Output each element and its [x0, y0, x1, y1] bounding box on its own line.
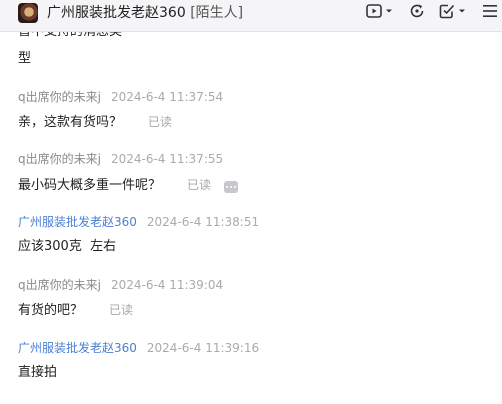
- more-options-icon[interactable]: [224, 181, 238, 193]
- message-meta: 广州服装批发老赵360 2024-6-4 11:38:51: [18, 214, 259, 230]
- task-check-icon: [439, 4, 455, 19]
- message-bubble[interactable]: 亲，这款有货吗？ 已读: [18, 113, 172, 132]
- message-time: 2024-6-4 11:38:51: [146, 215, 260, 229]
- message-bubble[interactable]: 应该300克 左右: [18, 238, 116, 256]
- menu-button[interactable]: [482, 0, 498, 22]
- video-call-button[interactable]: [365, 0, 393, 22]
- message-text: 直接拍: [18, 365, 58, 380]
- message-meta: 广州服装批发老赵360 2024-6-4 11:39:16: [18, 340, 259, 356]
- refresh-icon: [410, 4, 424, 18]
- message-sender[interactable]: 广州服装批发老赵360: [18, 341, 137, 355]
- message-sender[interactable]: q出席你的未来j: [18, 152, 101, 166]
- refresh-button[interactable]: [408, 0, 426, 22]
- message-meta: q出席你的未来j 2024-6-4 11:37:54: [18, 89, 223, 105]
- video-call-icon: [366, 4, 382, 18]
- chat-header: 广州服装批发老赵360 [陌生人]: [0, 0, 502, 32]
- contact-avatar[interactable]: [18, 3, 38, 23]
- message-bubble[interactable]: 最小码大概多重一件呢？ 已读: [18, 176, 211, 195]
- read-status: 已读: [109, 303, 134, 317]
- message-time: 2024-6-4 11:39:04: [110, 278, 224, 292]
- unsupported-message-line2: 型: [18, 51, 32, 66]
- message-time: 2024-6-4 11:39:16: [146, 341, 260, 355]
- message-meta: q出席你的未来j 2024-6-4 11:39:04: [18, 277, 223, 293]
- read-status: 已读: [187, 178, 212, 192]
- message-bubble[interactable]: 有货的吧？ 已读: [18, 301, 133, 320]
- message-sender[interactable]: q出席你的未来j: [18, 278, 101, 292]
- chevron-down-icon: [386, 9, 392, 13]
- stranger-tag: [陌生人]: [190, 5, 244, 21]
- message-sender[interactable]: 广州服装批发老赵360: [18, 215, 137, 229]
- message-text: 最小码大概多重一件呢？: [18, 178, 162, 193]
- message-time: 2024-6-4 11:37:55: [110, 152, 224, 166]
- message-text: 亲，这款有货吗？: [18, 115, 123, 130]
- menu-icon: [483, 5, 497, 17]
- read-status: 已读: [148, 115, 173, 129]
- contact-title: 广州服装批发老赵360 [陌生人]: [47, 4, 243, 22]
- message-list[interactable]: 暂不支持的消息类 型 q出席你的未来j 2024-6-4 11:37:54 亲，这…: [0, 32, 502, 404]
- message-bubble[interactable]: 直接拍: [18, 364, 57, 382]
- contact-name: 广州服装批发老赵360: [47, 5, 186, 21]
- message-meta: q出席你的未来j 2024-6-4 11:37:55: [18, 151, 223, 167]
- message-text: 有货的吧？: [18, 303, 84, 318]
- message-text: 应该300克 左右: [18, 239, 117, 254]
- task-button[interactable]: [438, 0, 466, 22]
- message-time: 2024-6-4 11:37:54: [110, 90, 224, 104]
- message-sender[interactable]: q出席你的未来j: [18, 90, 101, 104]
- chevron-down-icon: [459, 9, 465, 13]
- unsupported-message-line1: 暂不支持的消息类: [18, 32, 122, 41]
